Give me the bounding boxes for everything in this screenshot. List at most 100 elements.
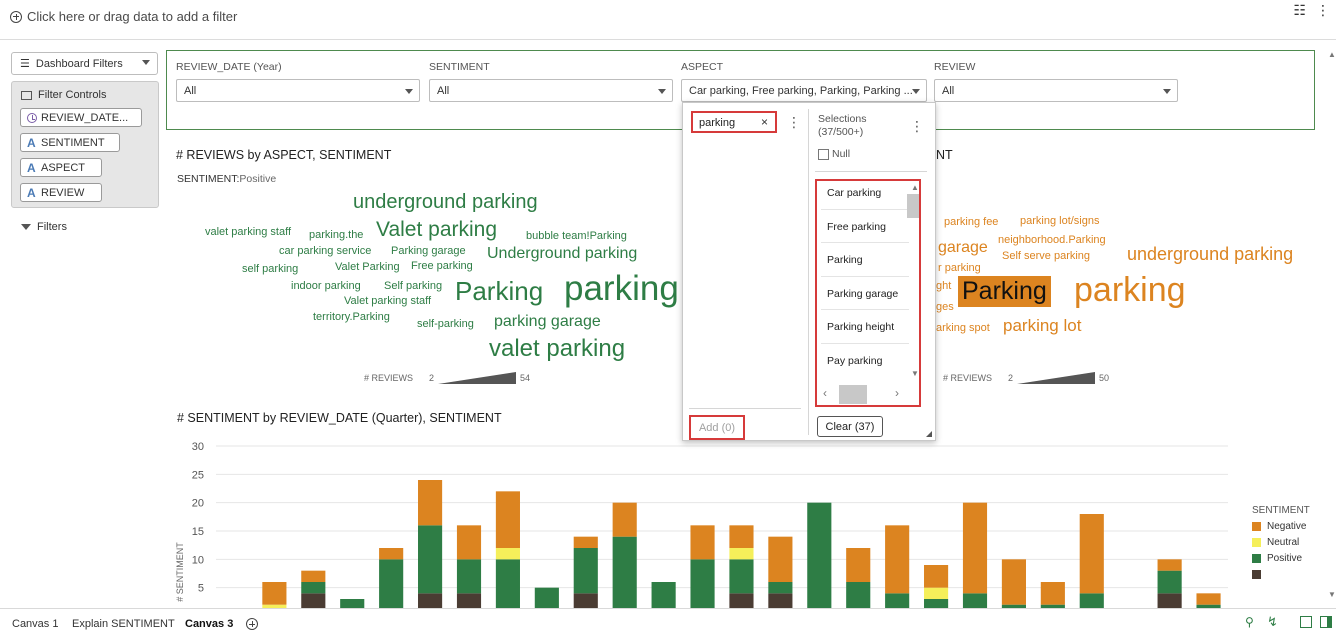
bar-segment[interactable] xyxy=(612,536,637,608)
control-select-review[interactable]: All xyxy=(934,79,1178,102)
panel-right-icon[interactable] xyxy=(1320,616,1332,628)
cloud-word[interactable]: Self parking xyxy=(384,281,442,292)
bar-segment[interactable] xyxy=(1196,593,1221,605)
bar-segment[interactable] xyxy=(768,536,793,582)
scroll-down-icon[interactable]: ▼ xyxy=(1328,590,1336,599)
add-canvas-button[interactable] xyxy=(246,617,258,632)
more-options-icon[interactable]: ⋮ xyxy=(1316,2,1330,19)
bar-segment[interactable] xyxy=(885,525,910,594)
cloud-word[interactable]: ght xyxy=(936,281,951,292)
cloud-word[interactable]: neighborhood.Parking xyxy=(998,235,1106,246)
bar-segment[interactable] xyxy=(495,548,520,560)
filter-status-icon[interactable]: ⚲ xyxy=(1245,615,1254,629)
scroll-up-icon[interactable]: ▲ xyxy=(1328,50,1336,59)
bar-segment[interactable] xyxy=(729,559,754,594)
tab-canvas-3[interactable]: Canvas 3 xyxy=(185,618,233,630)
add-button[interactable]: Add (0) xyxy=(689,415,745,440)
chip-review[interactable]: A REVIEW xyxy=(20,183,102,202)
bar-segment[interactable] xyxy=(729,548,754,560)
bar-segment[interactable] xyxy=(1079,514,1104,594)
control-select-sentiment[interactable]: All xyxy=(429,79,673,102)
cloud-word[interactable]: Valet parking staff xyxy=(344,296,431,307)
selected-item[interactable]: Parking garage xyxy=(827,288,898,300)
bar-segment[interactable] xyxy=(301,593,326,608)
bar-segment[interactable] xyxy=(301,570,326,582)
cloud-word[interactable]: Parking garage xyxy=(391,246,466,257)
cloud-word[interactable]: r parking xyxy=(938,263,981,274)
null-checkbox-row[interactable]: Null xyxy=(818,148,850,160)
bar-segment[interactable] xyxy=(1157,570,1182,594)
bar-segment[interactable] xyxy=(729,525,754,548)
cloud-word[interactable]: Parking xyxy=(455,278,543,304)
chip-aspect[interactable]: A ASPECT xyxy=(20,158,102,177)
bar-segment[interactable] xyxy=(418,525,443,594)
clear-button[interactable]: Clear (37) xyxy=(817,416,883,437)
selected-item[interactable]: Free parking xyxy=(827,221,886,233)
filters-link[interactable]: Filters xyxy=(21,221,67,233)
bar-segment[interactable] xyxy=(456,559,482,594)
cloud-word[interactable]: parking lot/signs xyxy=(1020,216,1100,227)
selected-item[interactable]: Car parking xyxy=(827,187,881,199)
page-scrollbar[interactable]: ▲ ▼ xyxy=(1327,40,1336,607)
bar-segment[interactable] xyxy=(885,593,910,608)
legend-item-neutral[interactable]: Neutral xyxy=(1252,537,1310,548)
chip-sentiment[interactable]: A SENTIMENT xyxy=(20,133,120,152)
cloud-word[interactable]: underground parking xyxy=(353,192,538,212)
bar-segment[interactable] xyxy=(418,593,443,608)
bar-segment[interactable] xyxy=(924,599,949,608)
vertical-scroll-thumb[interactable] xyxy=(907,194,919,218)
cloud-word[interactable]: valet parking xyxy=(489,337,625,361)
bar-segment[interactable] xyxy=(846,582,871,608)
cloud-word[interactable]: self parking xyxy=(242,264,298,275)
bar-segment[interactable] xyxy=(418,480,443,526)
bar-segment[interactable] xyxy=(495,491,520,548)
bar-segment[interactable] xyxy=(1079,593,1104,608)
bar-segment[interactable] xyxy=(262,582,287,605)
chip-review-date[interactable]: REVIEW_DATE... xyxy=(20,108,142,127)
lightning-icon[interactable]: ↯ xyxy=(1267,614,1278,630)
cloud-word[interactable]: parking xyxy=(564,271,679,306)
legend-item-unnamed[interactable] xyxy=(1252,569,1310,580)
cloud-word[interactable]: parking xyxy=(1074,273,1186,307)
cloud-word[interactable]: Valet Parking xyxy=(335,262,400,273)
dashboard-filters-dropdown[interactable]: ☰ Dashboard Filters xyxy=(11,52,158,75)
selected-item[interactable]: Pay parking xyxy=(827,355,882,367)
bar-segment[interactable] xyxy=(962,593,988,608)
cloud-word[interactable]: parking lot xyxy=(1003,317,1081,334)
cloud-word[interactable]: Self serve parking xyxy=(1002,251,1090,262)
bar-segment[interactable] xyxy=(379,548,404,560)
selections-options-icon[interactable]: ⋮ xyxy=(910,119,924,133)
null-checkbox[interactable] xyxy=(818,148,829,160)
cloud-word[interactable]: parking fee xyxy=(944,217,998,228)
bar-segment[interactable] xyxy=(456,593,482,608)
bar-segment[interactable] xyxy=(807,502,832,608)
bar-segment[interactable] xyxy=(301,582,326,594)
panel-left-icon[interactable] xyxy=(1300,616,1312,628)
cloud-word[interactable]: Free parking xyxy=(411,261,473,272)
scroll-down-icon[interactable]: ▼ xyxy=(911,369,919,378)
bar-segment[interactable] xyxy=(1157,559,1182,571)
bar-segment[interactable] xyxy=(962,502,988,594)
bar-segment[interactable] xyxy=(729,593,754,608)
legend-item-negative[interactable]: Negative xyxy=(1252,521,1310,532)
scroll-up-icon[interactable]: ▲ xyxy=(911,183,919,192)
cloud-word[interactable]: parking garage xyxy=(494,314,601,330)
cloud-word[interactable]: garage xyxy=(938,240,988,256)
bar-segment[interactable] xyxy=(924,565,949,588)
bar-segment[interactable] xyxy=(573,548,598,594)
cloud-word[interactable]: parking.the xyxy=(309,230,363,241)
bar-segment[interactable] xyxy=(1040,582,1065,605)
bar-segment[interactable] xyxy=(573,536,598,548)
search-options-icon[interactable]: ⋮ xyxy=(787,115,801,129)
bar-segment[interactable] xyxy=(690,559,715,608)
tab-canvas-1[interactable]: Canvas 1 xyxy=(12,618,58,630)
bar-segment[interactable] xyxy=(379,559,404,608)
bar-segment[interactable] xyxy=(340,599,365,608)
cloud-word[interactable]: bubble team!Parking xyxy=(526,231,627,242)
cloud-word[interactable]: Underground parking xyxy=(487,246,637,262)
bar-segment[interactable] xyxy=(768,593,793,608)
control-select-aspect[interactable]: Car parking, Free parking, Parking, Park… xyxy=(681,79,927,102)
bar-segment[interactable] xyxy=(573,593,598,608)
bar-segment[interactable] xyxy=(651,582,676,608)
add-filter-area[interactable]: Click here or drag data to add a filter xyxy=(10,9,237,24)
